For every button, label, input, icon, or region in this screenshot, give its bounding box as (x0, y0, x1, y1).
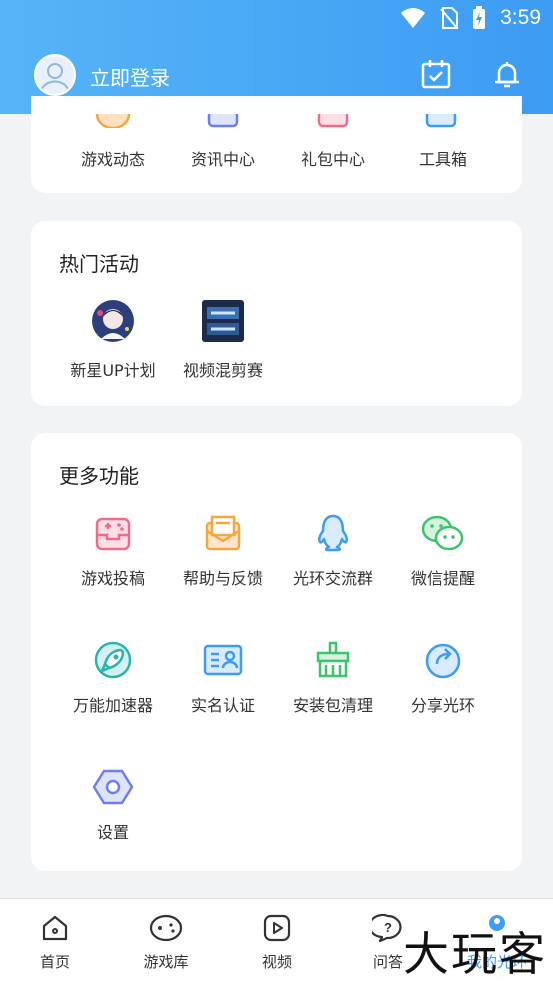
section-title: 更多功能 (59, 464, 139, 488)
game-submit-icon (95, 517, 131, 551)
function-label: 设置 (96, 823, 129, 842)
video-play-icon (263, 914, 291, 942)
function-package-cleanup[interactable]: 安装包清理 (278, 640, 388, 716)
activity-label: 视频混剪赛 (182, 361, 263, 380)
envelope-icon (205, 515, 241, 551)
function-label: 游戏投稿 (80, 569, 145, 588)
function-label: 安装包清理 (292, 696, 373, 715)
function-label: 万能加速器 (72, 696, 153, 715)
grid-item-label: 资讯中心 (190, 150, 255, 169)
function-qq-group[interactable]: 光环交流群 (278, 513, 388, 589)
function-label: 光环交流群 (292, 569, 373, 588)
function-realname-auth[interactable]: 实名认证 (168, 640, 278, 716)
video-remix-thumbnail-icon (202, 300, 244, 342)
default-avatar-icon (36, 56, 74, 94)
section-title: 热门活动 (59, 252, 139, 276)
gift-center-icon (317, 114, 349, 128)
grid-item-label: 工具箱 (418, 150, 467, 169)
no-sim-icon (440, 7, 459, 29)
bell-icon[interactable] (491, 58, 523, 90)
nav-label: 游戏库 (143, 953, 189, 971)
rocket-icon (94, 641, 132, 679)
function-settings[interactable]: 设置 (58, 767, 168, 843)
function-label: 实名认证 (190, 696, 255, 715)
home-icon (42, 915, 68, 941)
settings-hex-icon (92, 769, 134, 805)
grid-item-label: 礼包中心 (300, 150, 365, 169)
avatar[interactable] (34, 54, 76, 96)
share-icon (425, 643, 461, 679)
qq-penguin-icon (317, 514, 349, 552)
function-label: 微信提醒 (410, 569, 475, 588)
nav-game-library[interactable]: 游戏库 (126, 913, 206, 972)
nav-home[interactable]: 首页 (15, 913, 95, 972)
more-functions-card: 更多功能 游戏投稿 帮助与反馈 光环交流群 微信提醒 万能加速器 实名认证 安装… (31, 433, 522, 871)
watermark: 大玩客 (403, 927, 547, 981)
svg-text:?: ? (384, 920, 392, 935)
nav-label: 首页 (39, 953, 70, 971)
newstar-up-thumbnail-icon (92, 300, 134, 342)
question-bubble-icon: ? (368, 913, 402, 943)
nav-label: 视频 (261, 953, 292, 971)
toolbox-icon (425, 114, 457, 128)
activity-item-newstar-up[interactable]: 新星UP计划 (58, 299, 168, 381)
broom-icon (316, 641, 350, 678)
function-accelerator[interactable]: 万能加速器 (58, 640, 168, 716)
status-bar: 3:59 (0, 0, 553, 38)
nav-video[interactable]: 视频 (237, 913, 317, 972)
login-link[interactable]: 立即登录 (90, 62, 170, 91)
grid-item-label: 游戏动态 (80, 150, 145, 169)
game-library-icon (149, 914, 183, 942)
hot-activities-card: 热门活动 新星UP计划 视频混剪赛 (31, 221, 522, 406)
function-game-submit[interactable]: 游戏投稿 (58, 513, 168, 589)
calendar-check-icon[interactable] (420, 58, 452, 90)
battery-charging-icon (473, 6, 486, 29)
quick-links-card: 游戏动态 资讯中心 礼包中心 工具箱 (31, 96, 522, 193)
wechat-icon (421, 515, 464, 551)
status-time: 3:59 (500, 6, 541, 29)
wifi-icon (401, 8, 426, 28)
activity-item-video-remix[interactable]: 视频混剪赛 (168, 299, 278, 381)
activity-label: 新星UP计划 (70, 361, 156, 380)
function-help-feedback[interactable]: 帮助与反馈 (168, 513, 278, 589)
function-share[interactable]: 分享光环 (388, 640, 498, 716)
news-center-icon (207, 114, 239, 128)
game-news-icon (95, 114, 131, 128)
function-label: 帮助与反馈 (182, 569, 263, 588)
id-card-icon (203, 644, 243, 676)
function-label: 分享光环 (410, 696, 475, 715)
function-wechat-remind[interactable]: 微信提醒 (388, 513, 498, 589)
